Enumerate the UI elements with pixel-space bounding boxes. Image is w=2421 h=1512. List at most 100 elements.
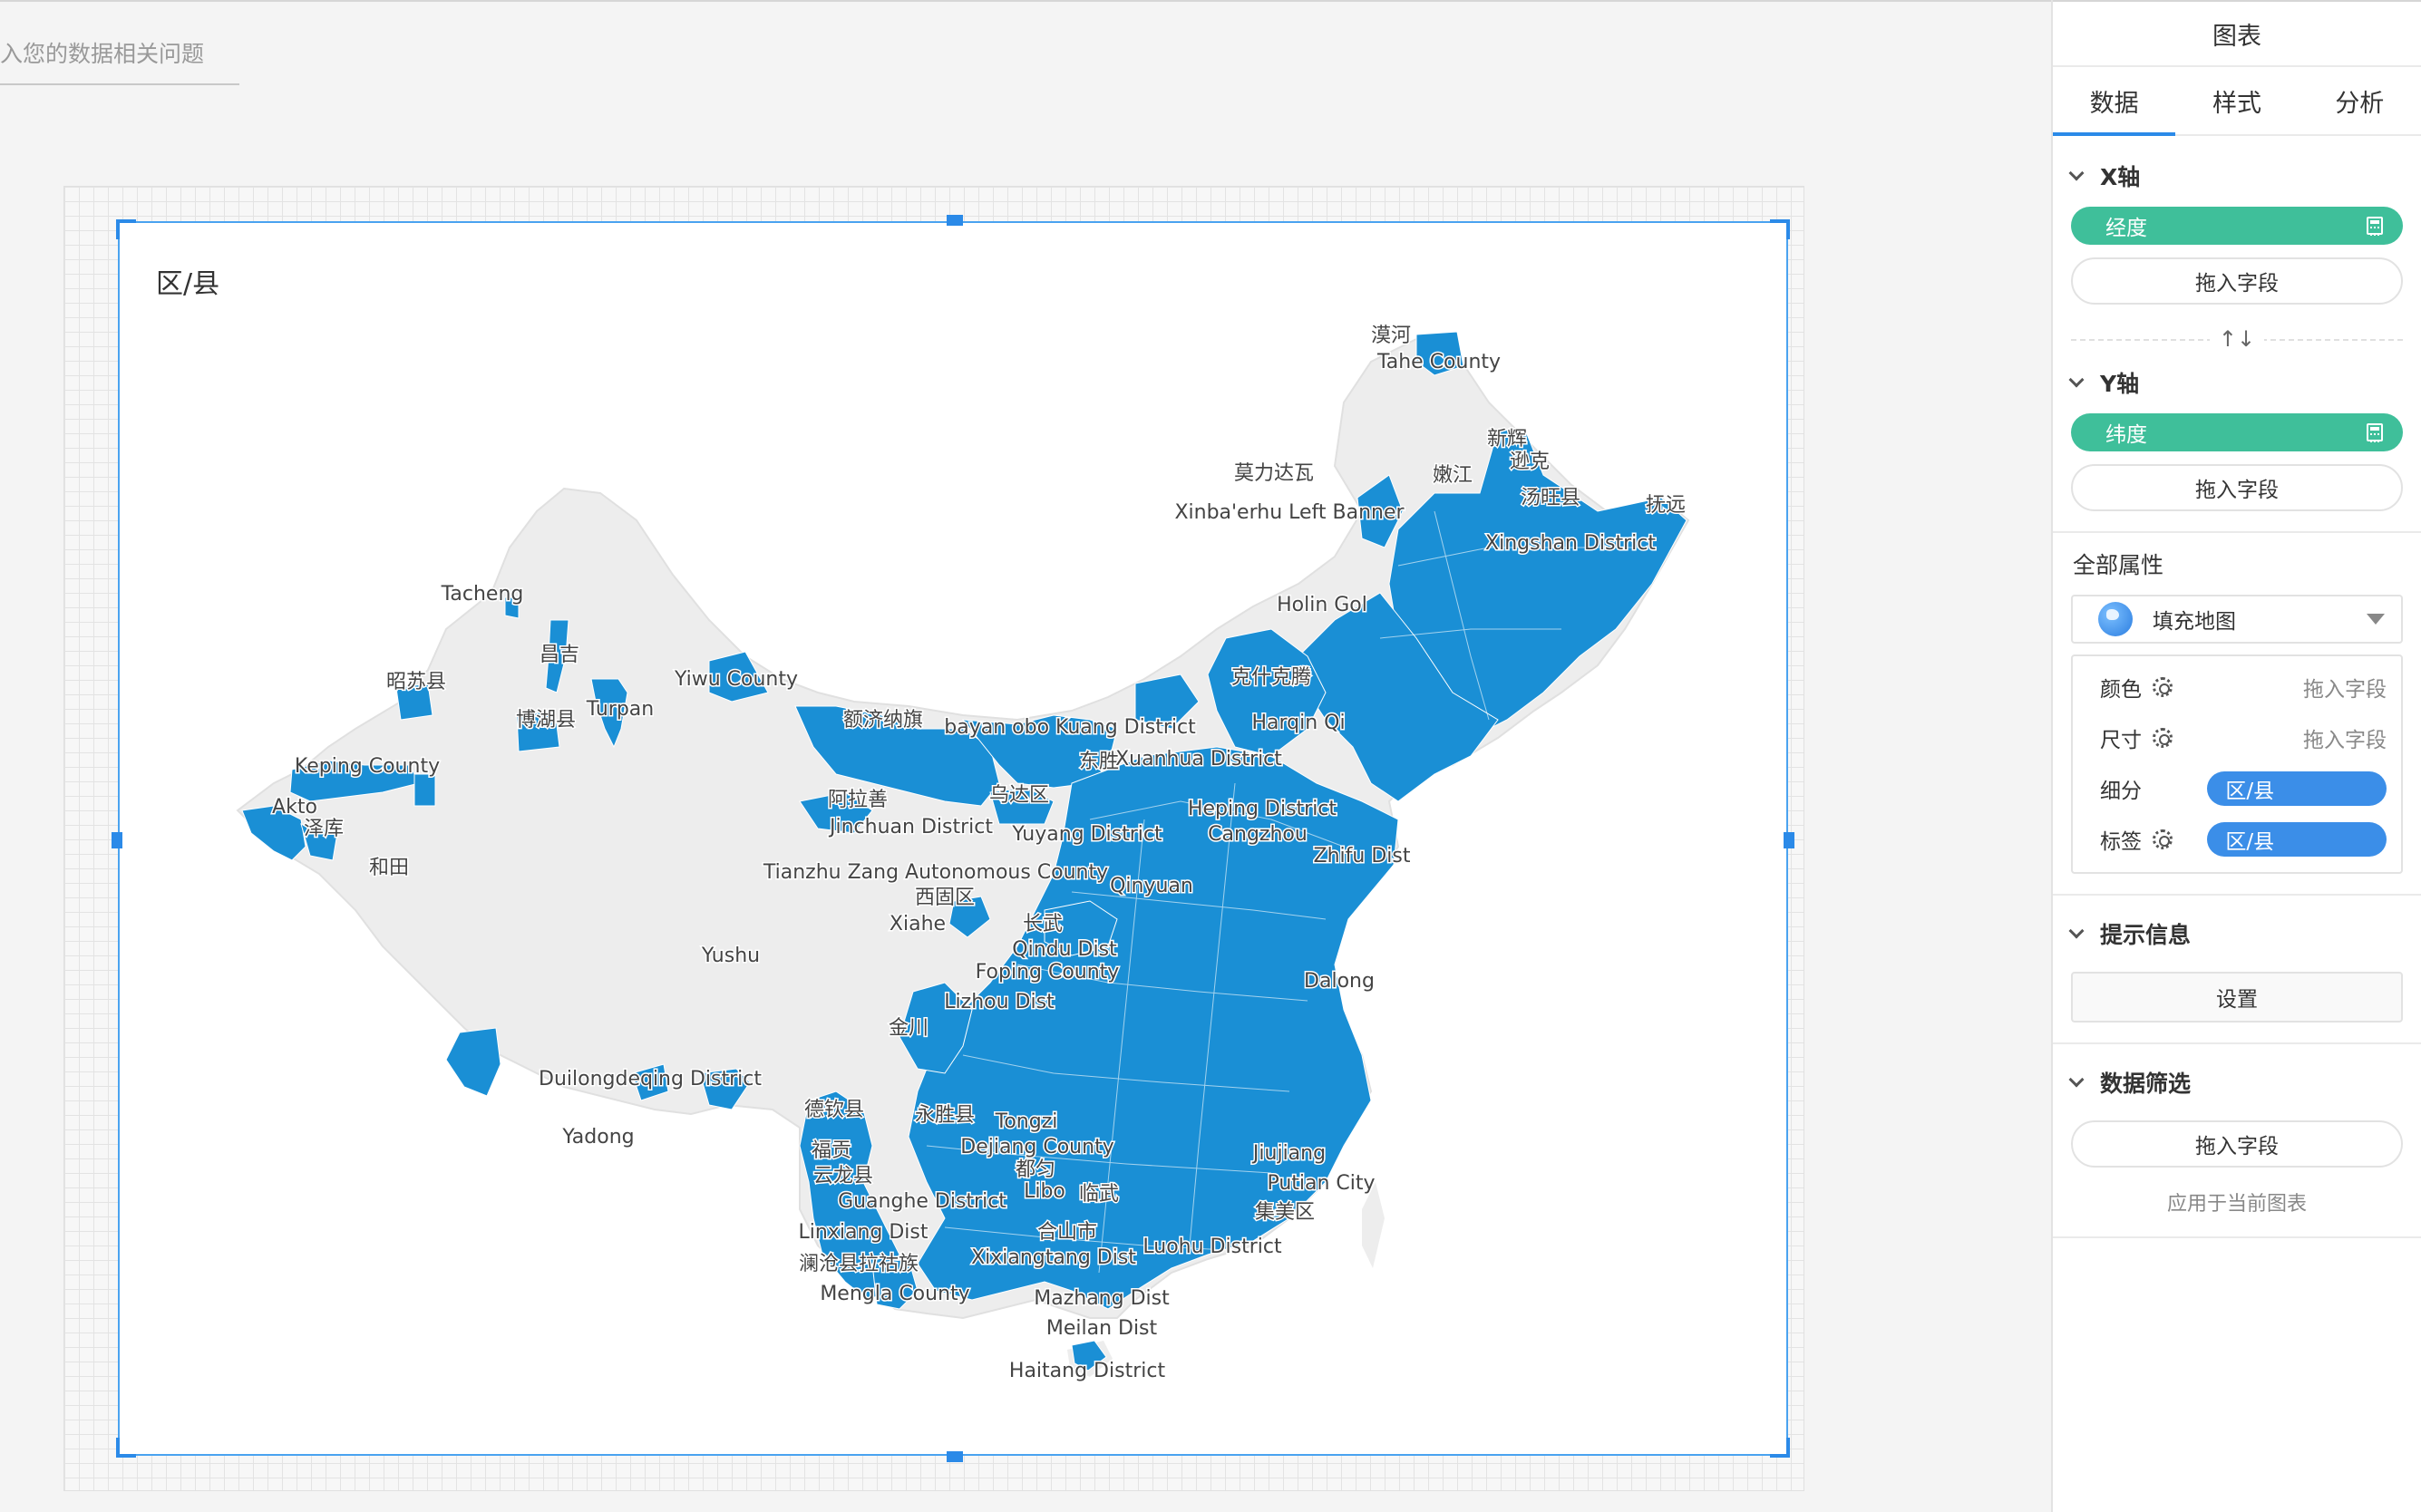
filter-section-toggle[interactable]: 数据筛选 [2053,1057,2421,1108]
chart-type-value: 填充地图 [2153,610,2236,634]
map-region-taiwan [1362,1182,1385,1268]
chart-card[interactable]: 区/县 漠河 Tahe County 新辉 逊克 莫力达瓦 嫩江 汤旺县 抚远 … [112,215,1794,1462]
map-label: 德钦县 [804,1099,864,1121]
map-region-tibet-west[interactable] [445,1027,501,1097]
prop-row-label[interactable]: 标签 区/县 [2073,814,2401,865]
gear-icon[interactable] [2153,677,2173,697]
map-label: Tongzi [995,1110,1058,1133]
chevron-down-icon [2068,165,2085,181]
all-props-title: 全部属性 [2073,552,2164,578]
map-label: 澜沧县拉祜族 [799,1253,919,1275]
china-district-map[interactable]: 漠河 Tahe County 新辉逊克莫力达瓦 嫩江汤旺县 抚远 Xinba'erhu L… [120,223,1790,1458]
chart-config-panel: 图表 数据 样式 分析 X轴 经度 拖入字段 ↑↓ Y轴 纬度 拖入字段 全部属… [2051,0,2421,1512]
section-divider [2053,1236,2421,1238]
gear-icon[interactable] [2153,728,2173,748]
caret-down-icon [2367,614,2385,625]
x-axis-drop-zone[interactable]: 拖入字段 [2071,257,2403,305]
resize-corner-bottom-left[interactable] [116,1438,136,1458]
filter-drop-zone[interactable]: 拖入字段 [2071,1120,2403,1168]
map-label: 福贡 [812,1139,851,1162]
y-axis-title: Y轴 [2100,371,2140,397]
map-label: Foping County [976,961,1120,984]
map-label: 东胜 [1079,751,1119,773]
x-axis-title: X轴 [2100,164,2141,190]
map-label: 永胜县 [915,1104,975,1127]
resize-corner-bottom-right[interactable] [1770,1438,1790,1458]
map-label: Yiwu County [674,668,798,691]
resize-handle-left[interactable] [112,832,122,848]
question-input[interactable] [0,24,239,85]
resize-handle-right[interactable] [1784,832,1794,848]
map-label: 都匀 [1016,1158,1055,1181]
map-label: Putian City [1267,1172,1375,1195]
gear-icon[interactable] [2153,829,2173,849]
panel-tabs: 数据 样式 分析 [2053,67,2421,136]
map-label: Yadong [561,1126,634,1149]
map-label: Xingshan District [1485,532,1656,555]
map-label: Haitang District [1009,1360,1166,1382]
map-label: 长武 [1023,913,1063,935]
map-label: 嫩江 [1433,464,1473,487]
y-axis-section-toggle[interactable]: Y轴 [2053,357,2421,408]
map-label: Jiujiang [1251,1142,1326,1165]
map-label: Luohu District [1142,1236,1282,1258]
resize-corner-top-left[interactable] [116,219,136,239]
map-label: 泽库 [304,818,344,840]
map-label: Yuyang District [1011,823,1162,846]
map-label: bayan obo Kuang District [944,716,1196,739]
swap-axes-button[interactable]: ↑↓ [2053,321,2421,357]
chart-type-select[interactable]: 填充地图 [2071,595,2403,644]
y-axis-field-pill[interactable]: 纬度 [2071,413,2403,451]
map-label: Libo [1024,1180,1065,1203]
x-axis-section-toggle[interactable]: X轴 [2053,150,2421,201]
calculator-icon[interactable] [2367,217,2383,236]
map-label: Yushu [701,945,760,967]
map-label: Xiahe [890,913,946,935]
tooltip-settings-button[interactable]: 设置 [2071,972,2403,1023]
map-label: Turpan [586,698,654,721]
calculator-icon[interactable] [2367,423,2383,442]
map-label: Xixiangtang Dist [971,1246,1136,1269]
map-label: Akto [272,796,317,819]
chevron-down-icon [2068,372,2085,388]
map-label: 昌吉 [540,644,579,666]
prop-color-label: 颜色 [2100,678,2142,702]
prop-row-detail[interactable]: 细分 区/县 [2073,763,2401,814]
map-label: 和田 [369,857,409,879]
swap-arrows-icon: ↑↓ [2209,326,2265,352]
tooltip-section-toggle[interactable]: 提示信息 [2053,908,2421,959]
resize-handle-bottom[interactable] [947,1451,963,1462]
map-label: 乌达区 [989,784,1049,807]
size-drop-zone[interactable]: 拖入字段 [2303,722,2387,753]
map-label: 额济纳旗 [843,709,923,732]
map-label: 合山市 [1037,1221,1097,1244]
detail-field-pill[interactable]: 区/县 [2207,771,2387,806]
resize-handle-top[interactable] [947,215,963,226]
map-label: Dalong [1304,970,1375,993]
map-label: 汤旺县 [1521,487,1580,509]
map-label: 昭苏县 [386,671,446,693]
map-label: Dejiang County [960,1136,1113,1158]
map-label: 逊克 [1510,451,1550,473]
label-field-pill[interactable]: 区/县 [2207,822,2387,857]
map-label: 云龙县 [813,1165,873,1187]
color-drop-zone[interactable]: 拖入字段 [2303,672,2387,703]
map-label: Guanghe District [838,1190,1006,1213]
tab-data[interactable]: 数据 [2053,67,2176,136]
y-axis-drop-zone[interactable]: 拖入字段 [2071,464,2403,511]
tab-style[interactable]: 样式 [2175,67,2298,134]
map-label: Lizhou Dist [944,991,1055,1013]
map-label: Tacheng [441,583,524,606]
workspace: 区/县 [0,0,2051,1512]
prop-row-size[interactable]: 尺寸 拖入字段 [2073,712,2401,763]
tab-analysis[interactable]: 分析 [2299,67,2421,134]
resize-corner-top-right[interactable] [1770,219,1790,239]
map-label: 抚远 [1646,494,1686,517]
map-label: Heping District [1188,798,1337,820]
y-axis-field-label: 纬度 [2105,423,2147,447]
map-label: Zhifu Dist [1314,845,1411,867]
map-region-keping-east[interactable] [413,773,436,807]
prop-row-color[interactable]: 颜色 拖入字段 [2073,662,2401,712]
chevron-down-icon [2068,923,2085,939]
x-axis-field-pill[interactable]: 经度 [2071,207,2403,245]
